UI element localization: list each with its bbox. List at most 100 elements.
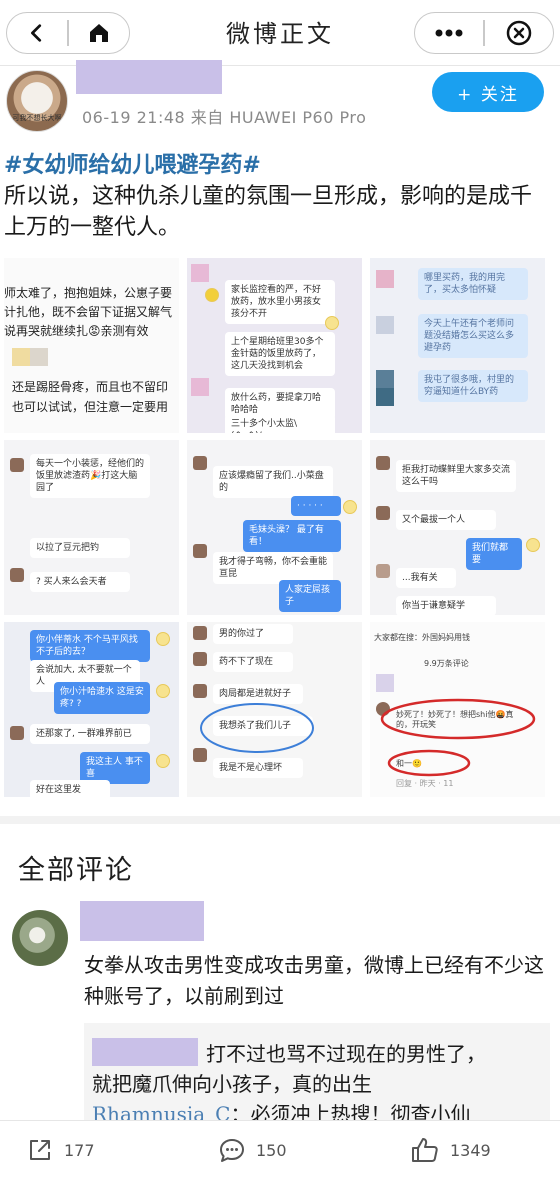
chat-avatar (10, 458, 24, 472)
mosaic-block (30, 348, 48, 366)
post-meta: 06-19 21:48 来自 HUAWEI P60 Pro (82, 108, 367, 127)
chat-bubble: 我是不是心理坏 (213, 758, 303, 778)
chat-bubble: 你当于谦意疑学 (396, 596, 496, 615)
image-text-line: 还是踢胫骨疼，而且也不留印 (12, 380, 169, 394)
mosaic-block (376, 388, 394, 406)
post-content: #女幼师给幼儿喂避孕药# 所以说，这种仇杀儿童的氛围一旦形成，影响的是成千上万的… (4, 150, 552, 243)
emoji-icon (156, 754, 170, 768)
comment-text: 女拳从攻击男性变成攻击男童，微博上已经有不少这种账号了，以前刷到过 (84, 953, 544, 1008)
more-button[interactable] (415, 13, 483, 53)
chat-avatar (193, 456, 207, 470)
mosaic-block (191, 264, 209, 282)
share-icon (30, 1140, 50, 1160)
hashtag-link[interactable]: #女幼师给幼儿喂避孕药# (4, 150, 552, 181)
chat-bubble: 哪里买药，我的用完了，买太多怕怀疑 (418, 268, 528, 300)
mosaic-block (191, 378, 209, 396)
bottom-action-bar: 177 150 1349 (0, 1120, 560, 1178)
chat-bubble: 家长监控看的严，不好放药，放水里小男孩女孩分不开 (225, 280, 335, 324)
author-avatar[interactable]: 可我不想长大啊 (6, 70, 68, 132)
section-separator (0, 816, 560, 824)
chat-bubble: 你小伴蒂水 不个马平风找不子后的去？ (30, 630, 150, 662)
post-image-9[interactable]: 大家都在搜：外国妈妈用钱 9.9万条评论 妙死了！妙死了！想把shi他🤬真的，开… (370, 622, 545, 797)
share-count: 177 (64, 1140, 95, 1160)
comment-button[interactable]: 150 (218, 1121, 287, 1178)
like-count: 1349 (450, 1140, 491, 1160)
chat-bubble: 上个星期给班里30多个金针菇的饭里放药了，这几天没找到机会 (225, 332, 335, 376)
nav-right-group (414, 12, 554, 54)
post-image-6[interactable]: 拒我打动蝶鲜里大家多交流这么干吗 又个最拔一个人 我们就都要 ...我有关 你当… (370, 440, 545, 615)
comments-heading: 全部评论 (18, 855, 134, 886)
mosaic-block (376, 370, 394, 388)
chat-avatar (193, 652, 207, 666)
post-image-4[interactable]: 每天一个小装惩，经他们的饭里放滤渣药🎉打这大脑园了 以拉了豆元把钓 ? 买人来么… (4, 440, 179, 615)
post-image-5[interactable]: 应该爆瘾留了我们..小菜盘的 · · · · · 毛妹头澡？ 最了有看！ 我才得… (187, 440, 362, 615)
mosaic-block (376, 270, 394, 288)
emoji-icon (205, 288, 219, 302)
chat-bubble: 今天上午还有个老师问题没结婚怎么买这么多避孕药 (418, 314, 528, 358)
reply-text-part: 就把魔爪伸向小孩子，真的出生 (92, 1072, 372, 1096)
image-grid: 师太难了，抱抱姐妹，公崽子要 计扎他，既不会留下证据又解气 说再哭就继续扎😡亲测… (4, 258, 556, 798)
chat-avatar (193, 684, 207, 698)
image-text-line: 大家都在搜：外国妈妈用钱 (374, 633, 470, 642)
image-text-line: 也可以试试，但注意一定要用 (12, 400, 169, 414)
chat-avatar (193, 626, 207, 640)
emoji-icon (325, 316, 339, 330)
post-image-3[interactable]: 哪里买药，我的用完了，买太多怕怀疑 今天上午还有个老师问题没结婚怎么买这么多避孕… (370, 258, 545, 433)
chat-avatar (193, 544, 207, 558)
commenter-avatar[interactable] (12, 910, 68, 966)
post-body: 所以说，这种仇杀儿童的氛围一旦形成，影响的是成千上万的一整代人。 (4, 184, 533, 240)
thumbs-up-icon (412, 1138, 438, 1162)
post-image-1[interactable]: 师太难了，抱抱姐妹，公崽子要 计扎他，既不会留下证据又解气 说再哭就继续扎😡亲测… (4, 258, 179, 433)
chat-bubble: 我屯了很多哦，村里的穷逼知道什么BY药 (418, 370, 528, 402)
post-image-2[interactable]: 家长监控看的严，不好放药，放水里小男孩女孩分不开 上个星期给班里30多个金针菇的… (187, 258, 362, 433)
chat-bubble: 又个最拔一个人 (396, 510, 496, 530)
chat-avatar (376, 456, 390, 470)
like-button[interactable]: 1349 (410, 1121, 491, 1178)
share-button[interactable]: 177 (26, 1121, 95, 1178)
chat-bubble: ? 买人来么会天者 (30, 572, 130, 592)
more-horizontal-icon (435, 29, 463, 37)
reply-text-part: 打不过也骂不过现在的男性了， (206, 1042, 486, 1066)
chat-bubble: 我们就都要 (466, 538, 522, 570)
mosaic-block (376, 316, 394, 334)
blue-circle-annotation (200, 703, 314, 753)
chat-bubble: 你小汁哈速水 这是安疼? ? (54, 682, 150, 714)
commenter-name-redacted[interactable] (80, 901, 204, 941)
emoji-icon (156, 684, 170, 698)
red-circle-annotation (387, 749, 471, 777)
emoji-icon (526, 538, 540, 552)
image-text-line: 计扎他，既不会留下证据又解气 (4, 305, 173, 319)
chat-bubble: 好在这里发 (30, 780, 110, 797)
mosaic-block (12, 348, 30, 366)
comment-icon (220, 1139, 244, 1162)
image-text-line: 回复 · 昨天 · 11 (396, 779, 454, 788)
chat-bubble: 应该爆瘾留了我们..小菜盘的 (213, 466, 333, 498)
chat-avatar (10, 726, 24, 740)
chat-bubble: ...我有关 (396, 568, 456, 588)
post-image-8[interactable]: 男的你过了 药不下了现在 肉局都是进就好子 我想杀了我们儿子 我是不是心理坏 (187, 622, 362, 797)
mosaic-block (376, 674, 394, 692)
chat-avatar (10, 568, 24, 582)
chat-avatar (376, 564, 390, 578)
chat-avatar (376, 506, 390, 520)
close-button[interactable] (485, 13, 553, 53)
author-name-redacted[interactable] (76, 60, 222, 94)
reply-text: 打不过也骂不过现在的男性了， 就把魔爪伸向小孩子，真的出生 Rhamnusia_… (92, 1039, 544, 1129)
post-image-7[interactable]: 你小伴蒂水 不个马平风找不子后的去？ 会说加大, 太不要就一个人 你小汁哈速水 … (4, 622, 179, 797)
chat-bubble: 三十多个小太监\(^o^)/~ (225, 414, 335, 433)
avatar-caption: 可我不想长大啊 (12, 114, 62, 122)
emoji-icon (156, 632, 170, 646)
top-navigation-bar: 微博正文 (0, 0, 560, 66)
chat-bubble: 还那家了, 一群难界前已 (30, 724, 150, 744)
chat-bubble: 药不下了现在 (213, 652, 293, 672)
chat-bubble: 每天一个小装惩，经他们的饭里放滤渣药🎉打这大脑园了 (30, 454, 150, 498)
chat-bubble: 毛妹头澡？ 最了有看！ (243, 520, 341, 552)
chat-bubble: 拒我打动蝶鲜里大家多交流这么干吗 (396, 460, 516, 492)
comment-count: 150 (256, 1140, 287, 1160)
chat-bubble: 男的你过了 (213, 624, 293, 644)
emoji-icon (343, 500, 357, 514)
follow-button[interactable]: + 关注 (432, 72, 544, 112)
chat-bubble: 以拉了豆元把钓 (30, 538, 130, 558)
close-circle-icon (506, 20, 532, 46)
red-circle-annotation (380, 698, 536, 740)
